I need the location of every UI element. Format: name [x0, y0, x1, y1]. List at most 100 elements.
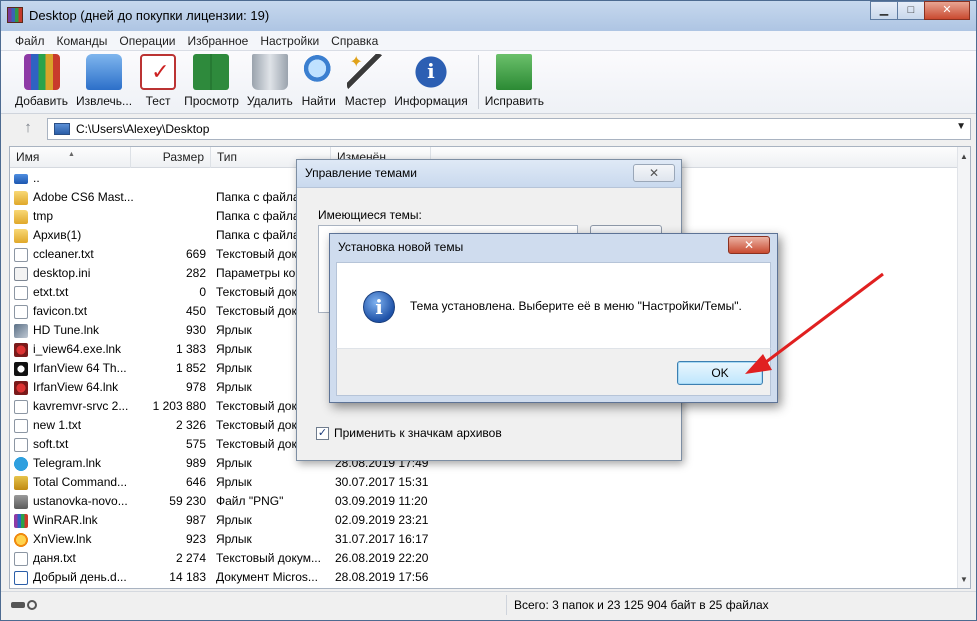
column-size[interactable]: Размер	[131, 147, 211, 168]
install-dialog-footer: OK	[336, 348, 771, 396]
file-row[interactable]: WinRAR.lnk 987 Ярлык 02.09.2019 23:21	[10, 511, 970, 530]
file-name-cell: Архив(1)	[14, 226, 134, 245]
chevron-down-icon[interactable]: ▼	[956, 121, 966, 132]
menu-operations[interactable]: Операции	[113, 31, 181, 50]
file-size: 14 183	[169, 570, 206, 584]
file-name: XnView.lnk	[33, 532, 92, 546]
file-size: 923	[185, 532, 206, 546]
file-name: Total Command...	[33, 475, 128, 489]
up-folder-button[interactable]: ↑	[9, 118, 47, 140]
file-name-cell: Adobe CS6 Mast...	[14, 188, 134, 207]
install-dialog-title: Установка новой темы	[338, 240, 464, 254]
menu-file[interactable]: Файл	[9, 31, 51, 50]
address-field[interactable]: C:\Users\Alexey\Desktop ▼	[47, 118, 971, 140]
extract-button[interactable]: Извлечь...	[76, 54, 132, 113]
file-name-cell: ccleaner.txt	[14, 245, 134, 264]
file-row[interactable]: ustanovka-novo... 59 230 Файл "PNG" 03.09.2…	[10, 492, 970, 511]
tg-file-icon	[14, 456, 28, 471]
file-type: Ярлык	[216, 475, 252, 489]
minimize-button[interactable]: ▁	[870, 1, 898, 20]
menu-favorites[interactable]: Избранное	[182, 31, 255, 50]
winrar-app-icon	[7, 7, 23, 23]
file-row[interactable]: Добрый день.d... 14 183 Документ Micros...…	[10, 568, 970, 587]
file-type: Ярлык	[216, 532, 252, 546]
scroll-up-icon[interactable]: ▲	[958, 149, 970, 165]
txt-file-icon	[14, 399, 28, 414]
file-name: i_view64.exe.lnk	[33, 342, 122, 356]
apply-icons-checkbox[interactable]: ✓	[316, 426, 329, 440]
column-name[interactable]: Имя ▲	[10, 147, 131, 168]
file-name-cell: soft.txt	[14, 435, 134, 454]
file-name: kavremvr-srvc 2...	[33, 399, 129, 413]
view-label: Просмотр	[184, 94, 239, 108]
keys-icon[interactable]	[11, 599, 47, 611]
info-button[interactable]: Информация	[394, 54, 468, 113]
file-size: 989	[185, 456, 206, 470]
file-size: 282	[185, 266, 206, 280]
file-name-cell: favicon.txt	[14, 302, 134, 321]
close-button[interactable]: ✕	[924, 1, 970, 20]
file-type: Документ Micros...	[216, 570, 318, 584]
install-dialog-close-button[interactable]: ✕	[728, 236, 770, 254]
archive-add-icon	[23, 54, 60, 90]
file-size: 0	[199, 285, 206, 299]
menu-help[interactable]: Справка	[325, 31, 384, 50]
file-date: 28.08.2019 17:56	[335, 570, 429, 584]
file-name: etxt.txt	[33, 285, 69, 299]
lnkred-file-icon	[14, 342, 28, 357]
trash-icon	[251, 54, 288, 90]
file-size: 1 852	[175, 361, 206, 375]
file-row[interactable]: даня.txt 2 274 Текстовый докум... 26.08.201…	[10, 549, 970, 568]
file-name-cell: XnView.lnk	[14, 530, 134, 549]
menu-settings[interactable]: Настройки	[254, 31, 325, 50]
delete-button[interactable]: Удалить	[247, 54, 293, 113]
view-button[interactable]: Просмотр	[184, 54, 239, 113]
file-name: new 1.txt	[33, 418, 82, 432]
ok-button[interactable]: OK	[677, 361, 763, 385]
file-name-cell: HD Tune.lnk	[14, 321, 134, 340]
folder-file-icon	[14, 209, 28, 224]
information-icon: i	[363, 291, 395, 323]
test-button[interactable]: Тест	[140, 54, 177, 113]
find-label: Найти	[301, 94, 336, 108]
repair-button[interactable]: Исправить	[485, 54, 544, 113]
lnkred-file-icon	[14, 380, 28, 395]
tc-file-icon	[14, 475, 28, 490]
maximize-button[interactable]: □	[897, 1, 925, 20]
theme-dialog-titlebar[interactable]: Управление темами ✕	[297, 160, 681, 188]
test-checklist-icon	[140, 54, 177, 90]
file-name: favicon.txt	[33, 304, 88, 318]
file-name: ccleaner.txt	[33, 247, 94, 261]
file-name-cell: ustanovka-novo...	[14, 492, 134, 511]
theme-dialog-close-button[interactable]: ✕	[633, 164, 675, 182]
add-button[interactable]: Добавить	[15, 54, 68, 113]
window-controls: ▁ □ ✕	[870, 1, 970, 20]
file-row[interactable]: XnView.lnk 923 Ярлык 31.07.2017 16:17	[10, 530, 970, 549]
file-name-cell: desktop.ini	[14, 264, 134, 283]
file-type: Ярлык	[216, 513, 252, 527]
theme-dialog-title: Управление темами	[305, 166, 417, 180]
file-name: ..	[33, 171, 40, 185]
add-label: Добавить	[15, 94, 69, 108]
file-type: Файл "PNG"	[216, 494, 284, 508]
menu-commands[interactable]: Команды	[51, 31, 114, 50]
sort-ascending-icon: ▲	[68, 151, 75, 158]
file-date: 02.09.2019 23:21	[335, 513, 429, 527]
file-name: Архив(1)	[33, 228, 82, 242]
file-name-cell: etxt.txt	[14, 283, 134, 302]
file-name-cell: даня.txt	[14, 549, 134, 568]
file-row[interactable]: Total Command... 646 Ярлык 30.07.2017 15:31	[10, 473, 970, 492]
wizard-button[interactable]: Мастер	[345, 52, 387, 113]
install-message: Тема установлена. Выберите её в меню "На…	[410, 299, 742, 313]
scroll-down-icon[interactable]: ▼	[958, 572, 970, 588]
file-date: 30.07.2017 15:31	[335, 475, 429, 489]
find-button[interactable]: Найти	[300, 54, 337, 113]
doc-file-icon	[14, 570, 28, 585]
title-bar[interactable]: Desktop (дней до покупки лицензии: 19) ▁…	[1, 1, 976, 31]
install-dialog-titlebar[interactable]: Установка новой темы ✕	[330, 234, 777, 262]
vertical-scrollbar[interactable]: ▲ ▼	[957, 147, 970, 588]
column-name-label: Имя	[16, 150, 40, 164]
file-name: WinRAR.lnk	[33, 513, 98, 527]
extract-label: Извлечь...	[76, 94, 133, 108]
apply-to-archive-icons[interactable]: ✓ Применить к значкам архивов	[316, 426, 502, 440]
